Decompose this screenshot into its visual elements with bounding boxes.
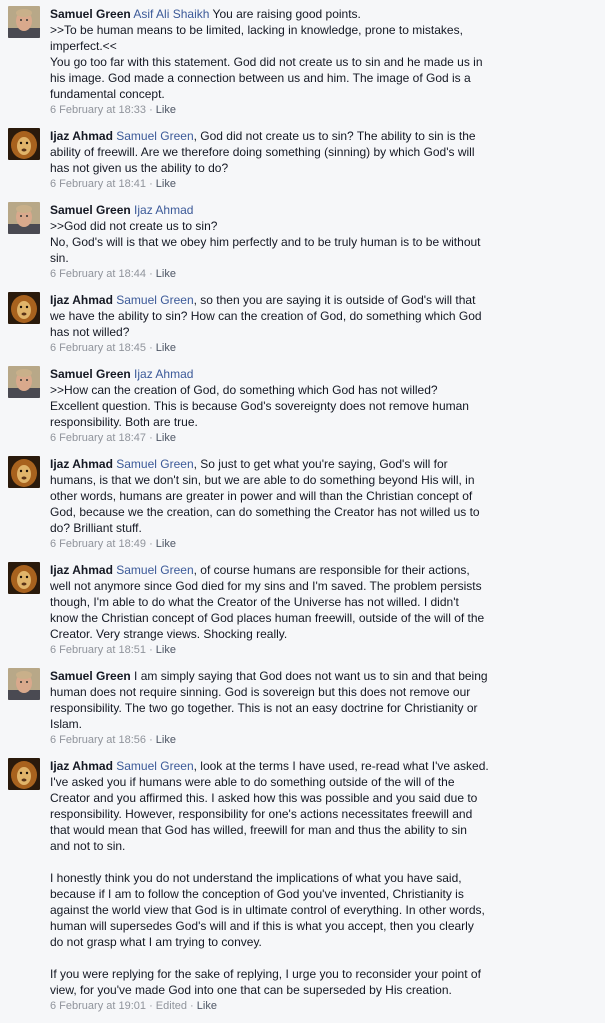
comment-meta: 6 February at 19:01 · Edited · Like	[50, 1000, 217, 1012]
comment: Ijaz Ahmad Samuel Green, So just to get …	[0, 456, 490, 551]
comment-author[interactable]: Samuel Green	[50, 367, 131, 381]
comment-text: , So just to get what you're saying, God…	[50, 457, 483, 535]
comment-mention[interactable]: Samuel Green	[116, 457, 193, 471]
comment: Ijaz Ahmad Samuel Green, God did not cre…	[0, 128, 490, 191]
comment-author[interactable]: Ijaz Ahmad	[50, 457, 113, 471]
like-link[interactable]: Like	[156, 268, 176, 280]
comment-timestamp[interactable]: 6 February at 18:49	[50, 538, 146, 550]
avatar-ijaz-ahmad[interactable]	[8, 758, 40, 790]
avatar-samuel-green[interactable]	[8, 202, 40, 234]
comment: Samuel Green Ijaz Ahmad >>God did not cr…	[0, 202, 490, 281]
comment: Samuel Green Ijaz Ahmad >>How can the cr…	[0, 366, 490, 445]
comment-author[interactable]: Ijaz Ahmad	[50, 293, 113, 307]
like-link[interactable]: Like	[156, 432, 176, 444]
comment-timestamp[interactable]: 6 February at 19:01	[50, 1000, 146, 1012]
comment-timestamp[interactable]: 6 February at 18:33	[50, 104, 146, 116]
comment-meta: 6 February at 18:41 · Like	[50, 178, 176, 190]
comment-meta: 6 February at 18:49 · Like	[50, 538, 176, 550]
avatar-samuel-green[interactable]	[8, 366, 40, 398]
comment-timestamp[interactable]: 6 February at 18:41	[50, 178, 146, 190]
like-link[interactable]: Like	[156, 734, 176, 746]
comment-author[interactable]: Samuel Green	[50, 669, 131, 683]
comment-meta: 6 February at 18:33 · Like	[50, 104, 176, 116]
comment-timestamp[interactable]: 6 February at 18:56	[50, 734, 146, 746]
comment-author[interactable]: Ijaz Ahmad	[50, 129, 113, 143]
comment-timestamp[interactable]: 6 February at 18:45	[50, 342, 146, 354]
comment-author[interactable]: Samuel Green	[50, 203, 131, 217]
comment-text: >>God did not create us to sin? No, God'…	[50, 219, 481, 265]
avatar-ijaz-ahmad[interactable]	[8, 292, 40, 324]
comment-timestamp[interactable]: 6 February at 18:44	[50, 268, 146, 280]
comment-mention[interactable]: Samuel Green	[116, 563, 193, 577]
comment-text: >>How can the creation of God, do someth…	[50, 383, 469, 429]
like-link[interactable]: Like	[197, 1000, 217, 1012]
comment-paragraph: I honestly think you do not understand t…	[50, 871, 489, 949]
comment-text: You are raising good points. >>To be hum…	[50, 7, 483, 101]
comment-text: , God did not create us to sin? The abil…	[50, 129, 479, 175]
comment-mention[interactable]: Ijaz Ahmad	[134, 367, 193, 381]
like-link[interactable]: Like	[156, 538, 176, 550]
comment-paragraph: If you were replying for the sake of rep…	[50, 967, 485, 997]
comment-author[interactable]: Ijaz Ahmad	[50, 563, 113, 577]
like-link[interactable]: Like	[156, 104, 176, 116]
comment-meta: 6 February at 18:44 · Like	[50, 268, 176, 280]
comment: Ijaz Ahmad Samuel Green, look at the ter…	[0, 758, 490, 1013]
comment: Samuel Green I am simply saying that God…	[0, 668, 490, 747]
comment: Samuel Green Asif Ali Shaikh You are rai…	[0, 6, 490, 117]
avatar-ijaz-ahmad[interactable]	[8, 456, 40, 488]
like-link[interactable]: Like	[156, 178, 176, 190]
comment-mention[interactable]: Samuel Green	[116, 129, 193, 143]
like-link[interactable]: Like	[156, 644, 176, 656]
comment-mention[interactable]: Ijaz Ahmad	[134, 203, 193, 217]
comment-meta: 6 February at 18:47 · Like	[50, 432, 176, 444]
comment-mention[interactable]: Samuel Green	[116, 293, 193, 307]
avatar-ijaz-ahmad[interactable]	[8, 562, 40, 594]
avatar-samuel-green[interactable]	[8, 6, 40, 38]
comment-author[interactable]: Samuel Green	[50, 7, 131, 21]
avatar-ijaz-ahmad[interactable]	[8, 128, 40, 160]
comment-meta: 6 February at 18:56 · Like	[50, 734, 176, 746]
comment-mention[interactable]: Asif Ali Shaikh	[133, 7, 209, 21]
comment-text: , look at the terms I have used, re-read…	[50, 759, 493, 853]
comment-timestamp[interactable]: 6 February at 18:51	[50, 644, 146, 656]
comment: Ijaz Ahmad Samuel Green, of course human…	[0, 562, 490, 657]
comment-timestamp[interactable]: 6 February at 18:47	[50, 432, 146, 444]
comment-mention[interactable]: Samuel Green	[116, 759, 193, 773]
comment-author[interactable]: Ijaz Ahmad	[50, 759, 113, 773]
edited-label[interactable]: Edited	[156, 1000, 187, 1012]
comment: Ijaz Ahmad Samuel Green, so then you are…	[0, 292, 490, 355]
comment-meta: 6 February at 18:51 · Like	[50, 644, 176, 656]
like-link[interactable]: Like	[156, 342, 176, 354]
comment-meta: 6 February at 18:45 · Like	[50, 342, 176, 354]
avatar-samuel-green[interactable]	[8, 668, 40, 700]
